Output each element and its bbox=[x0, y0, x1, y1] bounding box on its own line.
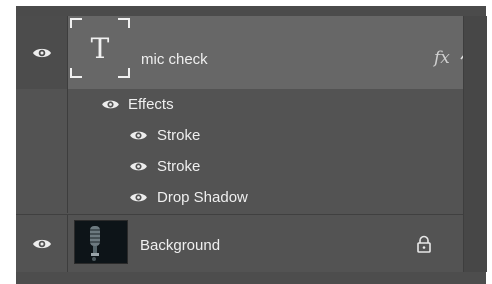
layer-effects-list: Effects Stroke Stroke Drop Shadow bbox=[16, 89, 463, 213]
lock-icon[interactable] bbox=[416, 235, 432, 253]
panel-bottom-strip bbox=[16, 272, 486, 284]
eye-icon[interactable] bbox=[101, 98, 120, 111]
text-layer-thumbnail-icon[interactable]: T bbox=[70, 18, 130, 78]
layers-scrollbar[interactable] bbox=[463, 16, 487, 272]
effect-row-stroke[interactable]: Stroke bbox=[68, 151, 464, 181]
eye-icon[interactable] bbox=[32, 46, 52, 60]
eye-icon[interactable] bbox=[32, 237, 52, 251]
eye-icon[interactable] bbox=[129, 191, 148, 204]
fx-icon[interactable]: fx bbox=[434, 48, 450, 68]
effects-header-label: Effects bbox=[128, 96, 174, 113]
visibility-column bbox=[16, 89, 68, 213]
effects-header-row[interactable]: Effects bbox=[68, 89, 464, 119]
effect-row-stroke[interactable]: Stroke bbox=[68, 120, 464, 150]
panel-top-strip bbox=[16, 6, 486, 16]
visibility-column bbox=[16, 215, 68, 273]
microphone-image-icon bbox=[75, 221, 127, 263]
visibility-column bbox=[16, 16, 68, 89]
background-layer-thumbnail[interactable] bbox=[74, 220, 128, 264]
layer-row-background[interactable]: Background bbox=[16, 214, 463, 273]
layer-name[interactable]: Background bbox=[140, 237, 220, 254]
layers-panel: T mic check fx Effects Stroke Stroke Dro… bbox=[16, 6, 487, 284]
layer-name[interactable]: mic check bbox=[141, 51, 208, 68]
eye-icon[interactable] bbox=[129, 160, 148, 173]
effect-row-drop-shadow[interactable]: Drop Shadow bbox=[68, 182, 464, 212]
effect-label: Stroke bbox=[157, 127, 201, 144]
text-thumbnail-glyph: T bbox=[91, 32, 110, 65]
effect-label: Stroke bbox=[157, 158, 201, 175]
eye-icon[interactable] bbox=[129, 129, 148, 142]
effect-label: Drop Shadow bbox=[157, 189, 248, 206]
layer-row-mic-check[interactable]: T mic check fx bbox=[16, 16, 470, 89]
